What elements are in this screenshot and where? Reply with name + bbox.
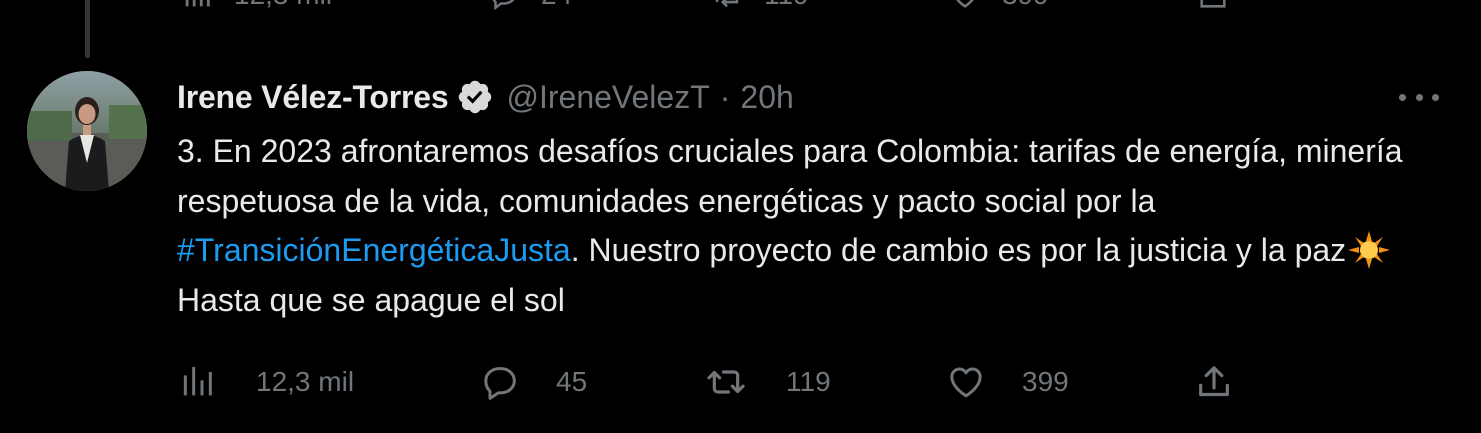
retweet-icon <box>715 0 739 8</box>
retweet-action[interactable]: 119 <box>706 356 831 408</box>
tweet-timestamp[interactable]: 20h <box>740 79 793 116</box>
thread-connector-line <box>85 0 90 58</box>
tweet-actions: 12,3 mil 45 119 399 <box>0 356 1481 408</box>
more-options-button[interactable] <box>1399 84 1439 110</box>
prev-like-action[interactable]: 399 <box>948 0 1049 12</box>
like-icon <box>950 367 982 398</box>
tweet-text: 3. En 2023 afrontaremos desafíos crucial… <box>177 127 1417 325</box>
tweet-text-part1: 3. En 2023 afrontaremos desafíos crucial… <box>177 133 1403 219</box>
more-icon-dot <box>1432 93 1439 101</box>
like-action[interactable]: 399 <box>946 356 1069 408</box>
prev-reply-count: 24 <box>541 0 572 11</box>
tweet-text-part3: Hasta que se apague el sol <box>177 281 565 318</box>
reply-icon <box>484 367 516 400</box>
views-action[interactable]: 12,3 mil <box>178 356 354 408</box>
sun-emoji-icon <box>1348 231 1391 269</box>
header-separator: · <box>719 78 731 115</box>
share-icon <box>1200 0 1226 8</box>
hashtag-link[interactable]: #TransiciónEnergéticaJusta <box>177 232 571 268</box>
prev-reply-action[interactable]: 24 <box>487 0 572 12</box>
reply-count: 45 <box>556 366 588 397</box>
previous-tweet-actions: 12,3 mil 24 119 399 <box>0 0 1481 12</box>
prev-views-action[interactable]: 12,3 mil <box>180 0 332 12</box>
tweet-header: Irene Vélez-Torres @IreneVelezT · 20h <box>177 74 794 120</box>
views-icon <box>185 0 210 7</box>
views-count: 12,3 mil <box>256 366 355 397</box>
like-icon <box>956 0 974 8</box>
verified-icon[interactable] <box>456 78 494 116</box>
prev-share-action[interactable] <box>1196 0 1230 12</box>
prev-retweet-count: 119 <box>764 0 809 11</box>
tweet-text-part2: . Nuestro proyecto de cambio es por la j… <box>570 232 1347 268</box>
more-icon-dot <box>1415 93 1423 101</box>
avatar-photo-icon <box>27 71 147 191</box>
share-action[interactable] <box>1194 356 1234 408</box>
author-avatar[interactable] <box>27 71 147 191</box>
views-icon <box>183 367 212 396</box>
prev-retweet-action[interactable]: 119 <box>710 0 809 12</box>
retweet-icon <box>707 370 745 394</box>
share-icon <box>1199 366 1229 397</box>
more-icon <box>1399 93 1406 101</box>
retweet-count: 119 <box>786 366 831 397</box>
like-count: 399 <box>1022 366 1069 397</box>
prev-views-count: 12,3 mil <box>234 0 332 11</box>
author-handle[interactable]: @IreneVelezT <box>506 79 709 116</box>
prev-like-count: 399 <box>1002 0 1049 11</box>
reply-action[interactable]: 45 <box>480 356 587 408</box>
reply-icon <box>492 0 515 11</box>
author-name[interactable]: Irene Vélez-Torres <box>177 79 449 116</box>
